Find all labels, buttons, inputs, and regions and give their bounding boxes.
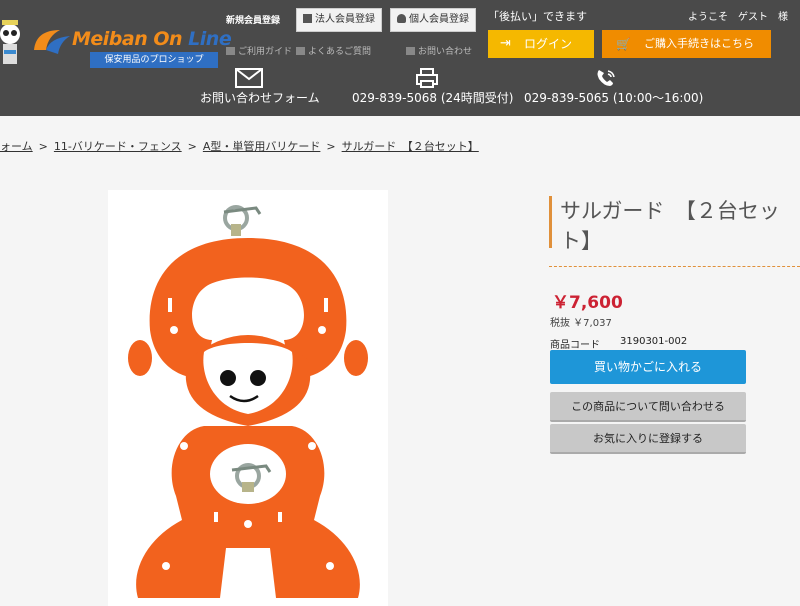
book-icon: [226, 47, 235, 55]
checkout-button[interactable]: 🛒 ご購入手続きはこちら: [602, 30, 771, 58]
breadcrumb-item-current[interactable]: サルガード 【２台セット】: [342, 140, 479, 153]
mail-icon: [406, 47, 415, 55]
title-divider: [549, 266, 800, 267]
guide-link[interactable]: ご利用ガイド: [226, 44, 292, 57]
login-button[interactable]: ⇥ ログイン: [488, 30, 594, 58]
breadcrumb-item-form[interactable]: ォーム: [0, 140, 33, 153]
top-clamp-icon: [223, 205, 262, 236]
fax-icon: [416, 68, 438, 88]
fax-number: 029-839-5068 (24時間受付): [352, 68, 513, 108]
monkey-barricade-illustration: [128, 205, 368, 598]
login-arrow-icon: ⇥: [500, 36, 511, 51]
product-price: ￥7,600: [552, 293, 623, 313]
site-logo[interactable]: Meiban On Line 保安用品のプロショップ: [0, 10, 232, 70]
welcome-text: ようこそ ゲスト 様: [688, 12, 788, 23]
faq-link[interactable]: よくあるご質問: [296, 44, 371, 57]
chat-icon: [296, 47, 305, 55]
ask-about-product-button[interactable]: この商品について問い合わせる: [550, 392, 746, 422]
phone-number[interactable]: 029-839-5065 (10:00〜16:00): [524, 68, 703, 108]
product-image[interactable]: [108, 190, 388, 606]
product-code-value: 3190301-002: [620, 336, 688, 347]
add-to-cart-button[interactable]: 買い物かごに入れる: [550, 350, 746, 384]
deferred-payment-notice: 「後払い」できます: [488, 10, 587, 23]
logo-text: Meiban On Line: [72, 28, 232, 50]
building-icon: [303, 14, 312, 23]
product-code-label: 商品コード: [550, 340, 600, 351]
logo-mark-icon: [34, 30, 70, 54]
breadcrumb-item-a-type-barricade[interactable]: A型・単管用バリケード: [203, 140, 321, 153]
contact-form-link[interactable]: お問い合わせフォーム: [200, 68, 320, 108]
phone-icon: [597, 70, 615, 86]
corporate-register-button[interactable]: 法人会員登録: [296, 8, 382, 32]
title-accent-bar: [549, 196, 552, 248]
logo-tagline: 保安用品のプロショップ: [90, 52, 218, 68]
register-label: 新規会員登録: [226, 16, 281, 26]
product-price-excl-tax: 税抜 ￥7,037: [550, 318, 612, 329]
inquiry-link[interactable]: お問い合わせ: [406, 44, 472, 57]
breadcrumb: ォーム >11-バリケード・フェンス > A型・単管用バリケード > サルガード 【２台セ…: [0, 140, 479, 153]
personal-register-button[interactable]: 個人会員登録: [390, 8, 476, 32]
breadcrumb-item-barricade-fence[interactable]: 11-バリケード・フェンス: [54, 140, 182, 153]
mascot-icon: [0, 20, 20, 64]
cart-icon: 🛒: [616, 37, 631, 51]
product-title: サルガード 【２台セット】: [560, 199, 780, 253]
site-header: Meiban On Line 保安用品のプロショップ 新規会員登録 法人会員登録…: [0, 0, 800, 116]
add-to-favorites-button[interactable]: お気に入りに登録する: [550, 424, 746, 454]
envelope-icon: [235, 68, 263, 88]
user-icon: [397, 14, 406, 23]
